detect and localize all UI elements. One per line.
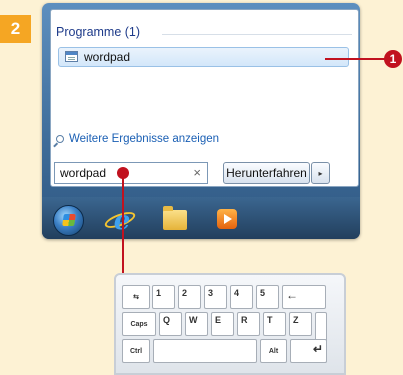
backspace-key: ← — [282, 285, 326, 309]
callout-number-badge: 1 — [384, 50, 402, 68]
key-t: T — [263, 312, 286, 336]
shutdown-button[interactable]: Herunterfahren — [223, 162, 310, 184]
spacebar-key — [153, 339, 257, 363]
ctrl-key: Ctrl — [122, 339, 150, 363]
keyboard-illustration: ⇆ 1 2 3 4 5 ← Caps Q W E R T Z Ctrl Alt … — [114, 273, 346, 375]
typing-pointer-line — [122, 178, 124, 278]
key-3: 3 — [204, 285, 227, 309]
wordpad-result-item[interactable]: wordpad — [58, 47, 349, 67]
more-results-label: Weitere Ergebnisse anzeigen — [69, 133, 220, 145]
key-1: 1 — [152, 285, 175, 309]
key-2: 2 — [178, 285, 201, 309]
result-item-label: wordpad — [84, 50, 131, 64]
key-w: W — [185, 312, 208, 336]
callout-line — [325, 58, 388, 60]
clear-search-icon[interactable]: × — [193, 165, 201, 180]
caps-key: Caps — [122, 312, 156, 336]
key-z: Z — [289, 312, 312, 336]
key-5: 5 — [256, 285, 279, 309]
section-divider — [162, 34, 352, 35]
enter-key: ↵ — [290, 339, 327, 363]
media-player-icon[interactable] — [217, 209, 237, 229]
shutdown-options-arrow-icon[interactable]: ▸ — [311, 162, 330, 184]
key-r: R — [237, 312, 260, 336]
search-input-value: wordpad — [60, 166, 107, 180]
search-icon — [56, 135, 64, 143]
programs-section-header: Programme (1) — [56, 25, 141, 39]
step-badge: 2 — [0, 15, 31, 43]
key-4: 4 — [230, 285, 253, 309]
alt-key: Alt — [260, 339, 287, 363]
windows-start-orb-icon[interactable] — [53, 205, 84, 236]
taskbar — [42, 197, 360, 239]
tab-key: ⇆ — [122, 285, 150, 309]
explorer-folder-icon[interactable] — [163, 206, 187, 230]
more-results-link[interactable]: Weitere Ergebnisse anzeigen — [56, 133, 219, 145]
key-e: E — [211, 312, 234, 336]
wordpad-icon — [65, 51, 78, 62]
key-q: Q — [159, 312, 182, 336]
start-search-input[interactable]: wordpad × — [54, 162, 208, 184]
